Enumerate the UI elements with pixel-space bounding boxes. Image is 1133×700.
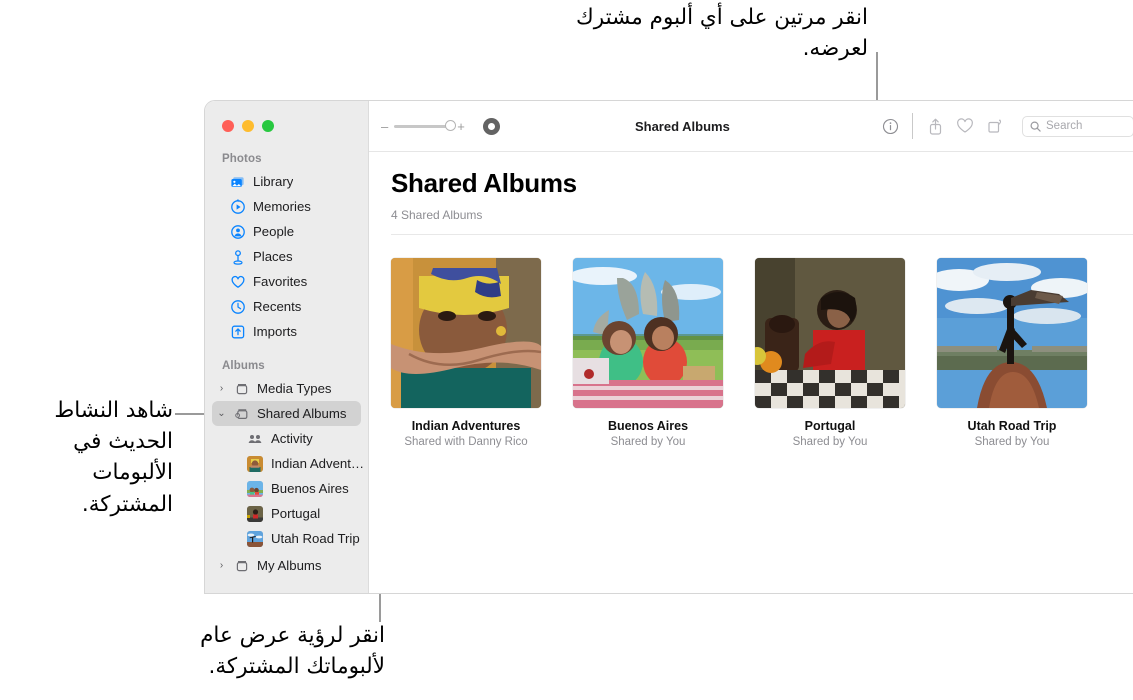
page-subtitle: 4 Shared Albums — [391, 208, 483, 222]
window-controls — [205, 101, 368, 132]
sidebar-item-label: Indian Advent… — [271, 456, 365, 471]
zoom-in-label[interactable]: + — [457, 120, 465, 133]
sidebar-item-imports[interactable]: Imports — [205, 319, 368, 344]
album-name: Indian Adventures — [411, 419, 521, 433]
sidebar-item-shared-albums[interactable]: ⌄ Shared Albums — [212, 401, 361, 426]
album-name: Utah Road Trip — [967, 419, 1057, 433]
toolbar-separator — [912, 113, 913, 139]
album-card-indian-adventures[interactable]: Indian Adventures Shared with Danny Rico — [391, 258, 541, 448]
thumb-portugal-icon — [247, 505, 263, 522]
sidebar-item-indian-adventures[interactable]: Indian Advent… — [205, 451, 368, 476]
search-placeholder: Search — [1046, 120, 1083, 132]
places-icon — [230, 249, 246, 265]
sidebar-item-places[interactable]: Places — [205, 244, 368, 269]
main-panel: – + Shared Albums Search Shared Albums 4… — [369, 101, 1133, 593]
sidebar-item-my-albums[interactable]: › My Albums — [205, 553, 368, 578]
content-area: Shared Albums 4 Shared Albums Indian Adv… — [369, 152, 1133, 593]
toolbar: – + Shared Albums Search — [369, 101, 1133, 152]
sidebar-item-label: Recents — [253, 299, 302, 314]
sidebar-item-favorites[interactable]: Favorites — [205, 269, 368, 294]
sidebar-item-activity[interactable]: Activity — [205, 426, 368, 451]
info-icon[interactable] — [875, 112, 905, 140]
chevron-right-icon[interactable]: › — [216, 383, 227, 394]
library-icon — [230, 174, 246, 190]
heart-icon — [230, 274, 246, 290]
album-grid: Indian Adventures Shared with Danny Rico — [391, 235, 1133, 448]
record-button[interactable] — [482, 117, 500, 135]
album-shared-label: Shared with Danny Rico — [404, 436, 528, 448]
sidebar-item-label: Library — [253, 174, 294, 189]
album-card-buenos-aires[interactable]: Buenos Aires Shared by You — [573, 258, 723, 448]
shared-folder-icon — [234, 406, 250, 422]
annotation-top: انقر مرتين على أي ألبوم مشترك لعرضه. — [569, 5, 868, 62]
sidebar-item-label: Shared Albums — [257, 406, 347, 421]
sidebar-item-label: Activity — [271, 431, 313, 446]
sidebar-section-albums-label: Albums — [222, 360, 265, 372]
sidebar-item-people[interactable]: People — [205, 219, 368, 244]
toolbar-title: Shared Albums — [634, 118, 730, 134]
sidebar-item-label: Buenos Aires — [271, 481, 349, 496]
sidebar-item-utah-road-trip[interactable]: Utah Road Trip — [205, 526, 368, 551]
sidebar-section-photos-label: Photos — [222, 153, 262, 165]
zoom-slider[interactable]: – + — [381, 120, 465, 133]
photos-app-window: Photos Library Memories People Places Fa… — [204, 100, 1133, 594]
rotate-icon[interactable] — [980, 112, 1010, 140]
people-icon — [230, 224, 246, 240]
share-icon[interactable] — [920, 112, 950, 140]
album-card-utah-road-trip[interactable]: Utah Road Trip Shared by You — [937, 258, 1087, 448]
album-thumbnail[interactable] — [937, 258, 1087, 408]
sidebar-item-media-types[interactable]: › Media Types — [205, 376, 368, 401]
sidebar-item-label: Favorites — [253, 274, 308, 289]
minimize-button[interactable] — [242, 120, 254, 132]
zoom-out-label[interactable]: – — [381, 120, 388, 133]
sidebar-item-label: Media Types — [257, 381, 332, 396]
album-shared-label: Shared by You — [974, 436, 1050, 448]
album-thumbnail[interactable] — [573, 258, 723, 408]
sidebar-item-label: Places — [253, 249, 293, 264]
chevron-down-icon[interactable]: ⌄ — [216, 408, 227, 419]
memories-icon — [230, 198, 246, 215]
page-title: Shared Albums — [391, 168, 577, 198]
sidebar-item-label: Imports — [253, 324, 297, 339]
album-shared-label: Shared by You — [610, 436, 686, 448]
zoom-slider-track[interactable] — [394, 120, 457, 131]
annotation-bottom: انقر لرؤية عرض عام لألبوماتك المشتركة. — [193, 623, 385, 680]
sidebar-item-buenos-aires[interactable]: Buenos Aires — [205, 476, 368, 501]
sidebar-item-label: Portugal — [271, 506, 321, 521]
close-button[interactable] — [222, 120, 234, 132]
annotation-left: شاهد النشاط الحديث في الألبومات المشتركة… — [47, 398, 173, 517]
zoom-button[interactable] — [262, 120, 274, 132]
sidebar-item-label: Utah Road Trip — [271, 531, 360, 546]
album-name: Portugal — [804, 419, 856, 433]
sidebar-item-label: Memories — [253, 199, 311, 214]
folder-icon — [234, 558, 250, 574]
chevron-right-icon[interactable]: › — [216, 560, 227, 571]
sidebar-item-portugal[interactable]: Portugal — [205, 501, 368, 526]
album-shared-label: Shared by You — [792, 436, 868, 448]
sidebar-item-library[interactable]: Library — [205, 169, 368, 194]
thumb-utah-icon — [247, 530, 263, 547]
search-input[interactable]: Search — [1022, 115, 1133, 137]
search-icon — [1030, 120, 1041, 132]
thumb-buenos-icon — [247, 480, 263, 497]
album-thumbnail[interactable] — [391, 258, 541, 408]
sidebar-item-memories[interactable]: Memories — [205, 194, 368, 219]
import-icon — [230, 324, 246, 340]
folder-icon — [234, 381, 250, 397]
sidebar-item-label: People — [253, 224, 295, 239]
sidebar-item-recents[interactable]: Recents — [205, 294, 368, 319]
sidebar: Photos Library Memories People Places Fa… — [205, 101, 369, 593]
thumb-indian-icon — [247, 455, 263, 472]
clock-icon — [230, 299, 246, 315]
album-name: Buenos Aires — [607, 419, 689, 433]
heart-icon[interactable] — [950, 112, 980, 140]
album-card-portugal[interactable]: Portugal Shared by You — [755, 258, 905, 448]
zoom-slider-knob[interactable] — [445, 120, 457, 131]
sidebar-item-label: My Albums — [257, 558, 322, 573]
activity-icon — [247, 431, 263, 447]
album-thumbnail[interactable] — [755, 258, 905, 408]
